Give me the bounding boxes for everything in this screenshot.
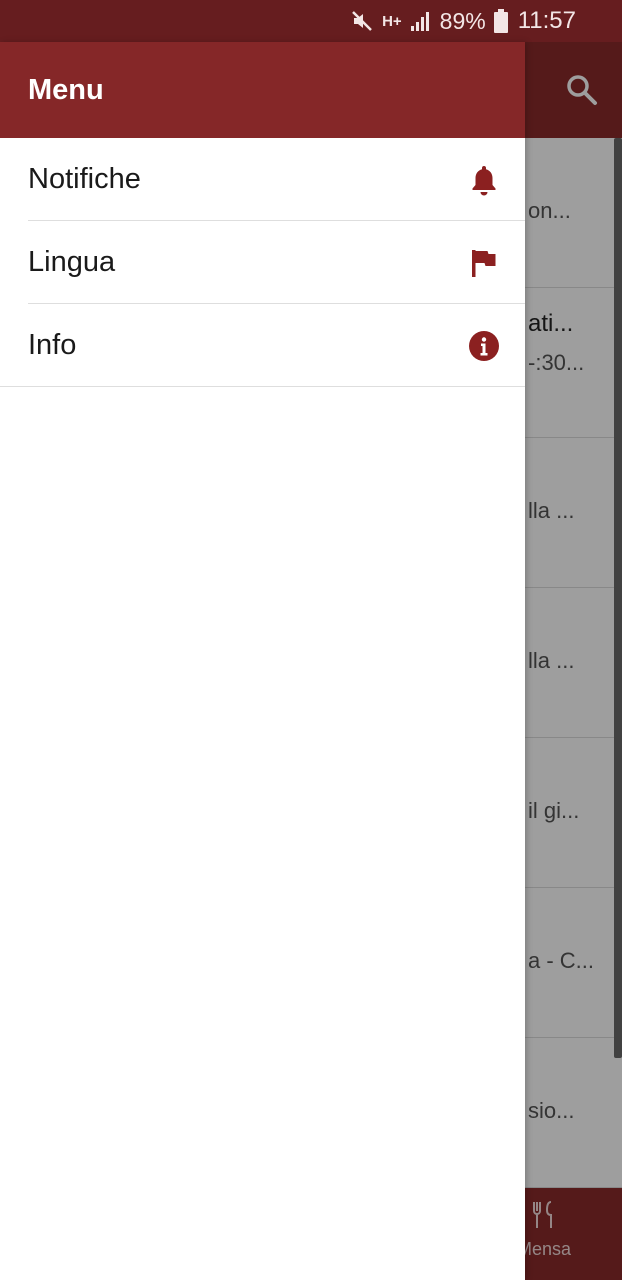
menu-item-lingua[interactable]: Lingua [0,221,525,304]
menu-item-notifiche[interactable]: Notifiche [0,138,525,221]
drawer-title: Menu [28,73,104,106]
flag-icon [467,246,501,280]
bell-icon [467,163,501,197]
navigation-drawer: Menu Notifiche Lingua Info [0,42,525,1280]
battery-icon [493,9,508,33]
status-bar: H+ 89% 11:57 [0,0,622,42]
clock: 11:57 [517,7,576,34]
drawer-menu: Notifiche Lingua Info [0,138,525,387]
menu-item-info[interactable]: Info [0,304,525,387]
menu-item-label: Notifiche [28,163,141,195]
menu-item-label: Info [28,329,77,361]
network-h-plus-icon: H+ [382,12,402,30]
menu-item-label: Lingua [28,246,116,278]
status-icons: H+ 89% 11:57 [350,0,576,42]
drawer-header: Menu [0,42,525,138]
mute-icon [350,9,374,33]
signal-icon [410,10,432,32]
battery-percent: 89% [439,7,486,34]
info-icon [467,329,501,363]
